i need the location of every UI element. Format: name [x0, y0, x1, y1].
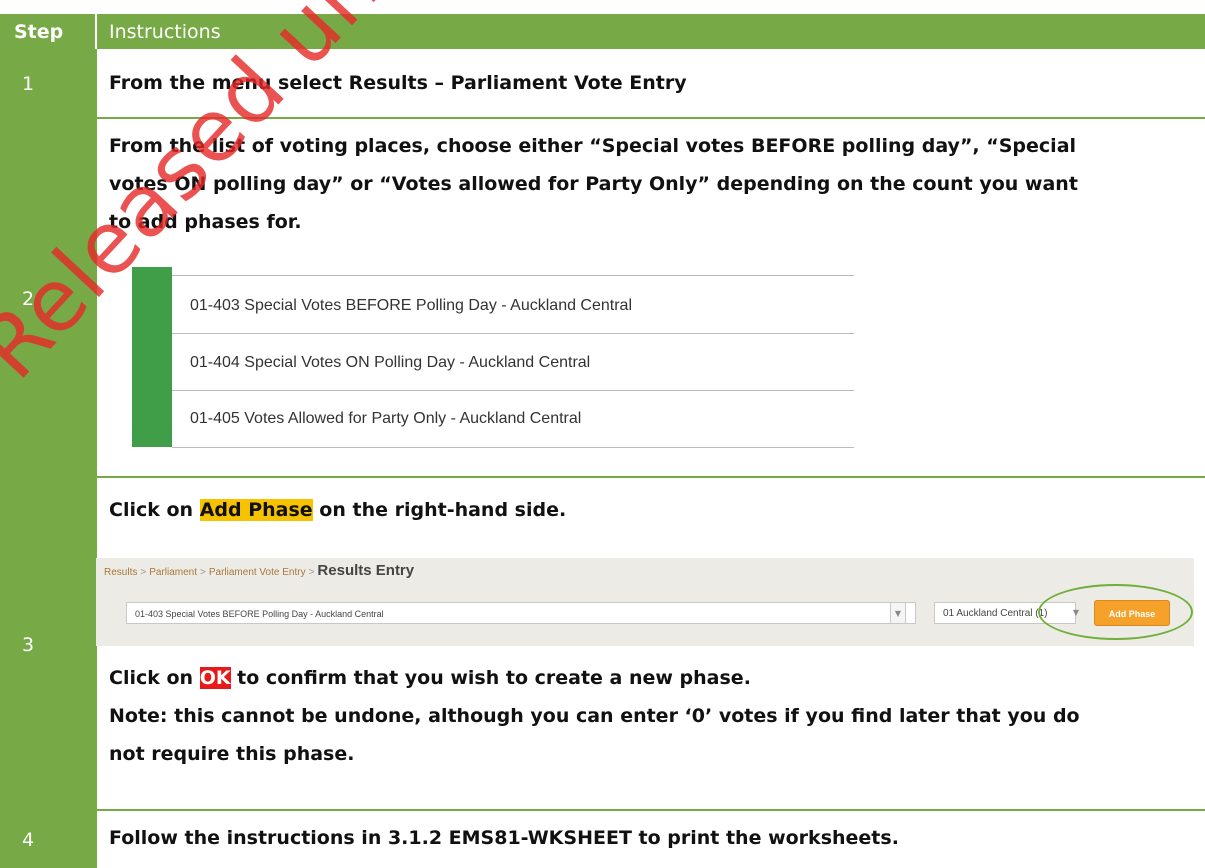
table-row: 1 From the menu select Results – Parliam… [0, 49, 1205, 119]
breadcrumb-current: Results Entry [317, 562, 415, 579]
table-row: 4 Follow the instructions in 3.1.2 EMS81… [0, 811, 1205, 868]
chevron-down-icon[interactable]: ▼ [890, 602, 906, 624]
instruction-text: From the menu select Results – Parliamen… [109, 64, 1205, 102]
divider [172, 333, 854, 334]
step-number: 1 [0, 49, 95, 119]
instruction-suffix: to confirm that you wish to create a new… [230, 667, 751, 689]
divider [172, 447, 854, 448]
breadcrumb-parliament-vote-entry[interactable]: Parliament Vote Entry [209, 567, 306, 578]
breadcrumb-parliament[interactable]: Parliament [149, 567, 197, 578]
note-line: not require this phase. [109, 743, 355, 765]
instruction-line: to add phases for. [109, 211, 302, 233]
instruction-text: From the list of voting places, choose e… [109, 127, 1205, 241]
step-header: Step [0, 14, 95, 49]
note-line: Note: this cannot be undone, although yo… [109, 705, 1080, 727]
instruction-line: From the list of voting places, choose e… [109, 135, 1077, 157]
list-accent-bar [132, 267, 172, 447]
list-item[interactable]: 01-403 Special Votes BEFORE Polling Day … [190, 297, 632, 315]
instruction-prefix: Click on [109, 667, 200, 689]
voting-place-select[interactable]: 01-403 Special Votes BEFORE Polling Day … [126, 602, 916, 624]
add-phase-highlight: Add Phase [199, 499, 313, 521]
list-item[interactable]: 01-404 Special Votes ON Polling Day - Au… [190, 354, 590, 372]
menu-path: Results – Parliament Vote Entry [348, 72, 687, 94]
instruction-cell: From the menu select Results – Parliamen… [95, 49, 1205, 119]
instruction-prefix: From the menu select [109, 72, 349, 94]
results-entry-screenshot: Results > Parliament > Parliament Vote Entry… [96, 558, 1194, 646]
instruction-prefix: Click on [109, 499, 200, 521]
instruction-cell: Follow the instructions in 3.1.2 EMS81-W… [95, 811, 1205, 868]
instruction-suffix: on the right-hand side. [312, 499, 567, 521]
instruction-text: Follow the instructions in 3.1.2 EMS81-W… [109, 827, 899, 849]
instruction-line: votes ON polling day” or “Votes allowed … [109, 173, 1078, 195]
divider [172, 275, 854, 276]
instruction-text: Click on Add Phase on the right-hand sid… [109, 491, 1205, 529]
step-number: 2 [0, 119, 95, 478]
list-item[interactable]: 01-405 Votes Allowed for Party Only - Au… [190, 410, 581, 428]
instructions-header: Instructions [95, 14, 1205, 49]
step-number: 4 [0, 811, 95, 868]
voting-places-list: 01-403 Special Votes BEFORE Polling Day … [132, 267, 854, 448]
ok-highlight: OK [199, 667, 231, 689]
table-header: Step Instructions [0, 14, 1205, 49]
breadcrumb: Results > Parliament > Parliament Vote Entry… [104, 562, 415, 579]
divider [172, 390, 854, 391]
step-number: 3 [0, 478, 95, 811]
highlight-ring [1038, 584, 1193, 640]
breadcrumb-results[interactable]: Results [104, 567, 137, 578]
instruction-text: Click on OK to confirm that you wish to … [109, 659, 1205, 773]
